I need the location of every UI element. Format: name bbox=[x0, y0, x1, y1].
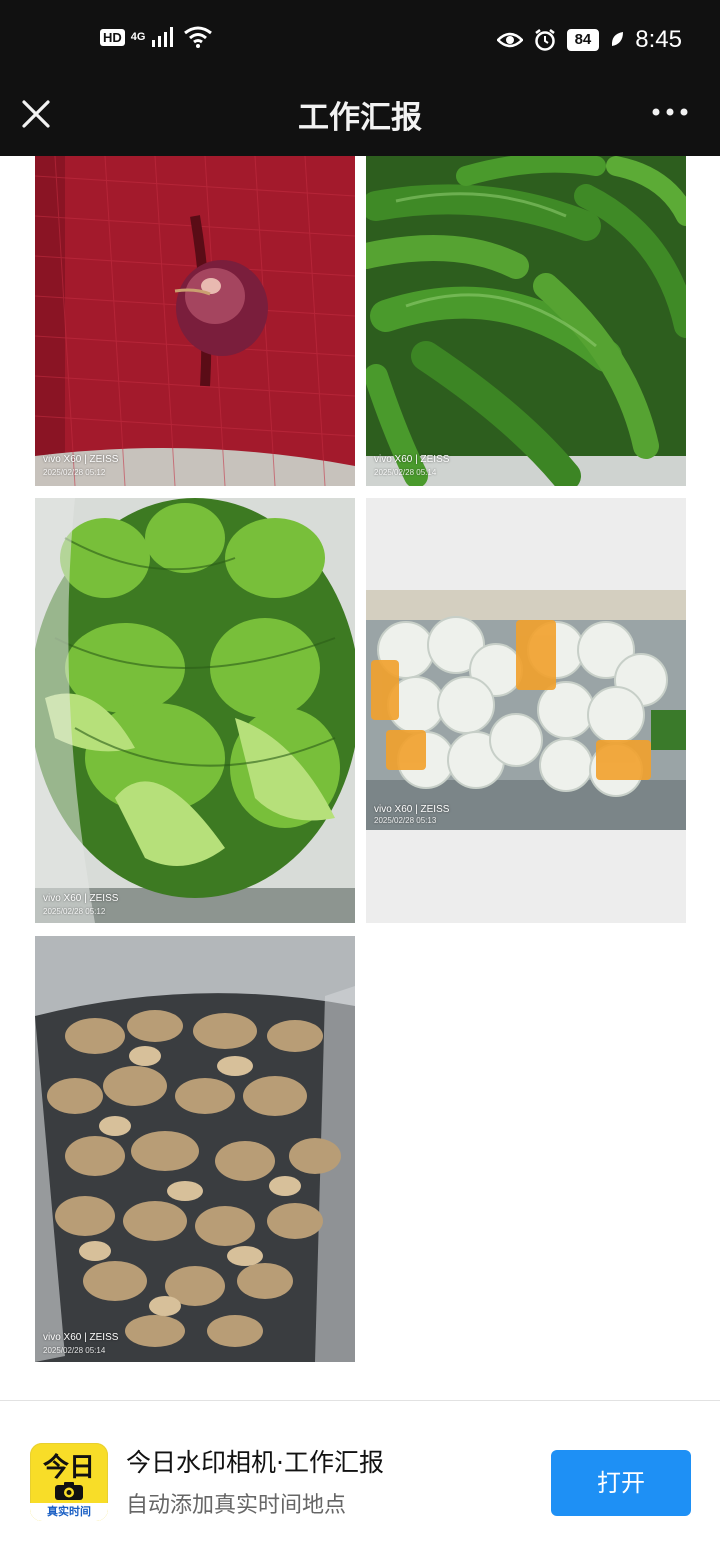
status-bar: HD 4G 84 8:45 bbox=[0, 0, 720, 82]
camera-icon bbox=[55, 1482, 83, 1500]
app-icon-text: 今日 bbox=[42, 1453, 95, 1483]
wifi-icon bbox=[184, 26, 213, 48]
watermark-date: 2025/02/28 05:12 bbox=[43, 907, 106, 916]
watermark-brand: vivo X60 | ZEISS bbox=[43, 1332, 119, 1343]
title-bar: 工作汇报 bbox=[0, 82, 720, 156]
photo-greens[interactable]: vivo X60 | ZEISS 2025/02/28 05:12 bbox=[35, 498, 355, 923]
photo-peppers[interactable]: vivo X60 | ZEISS 2025/02/28 05:14 bbox=[366, 156, 686, 486]
photo-ginger[interactable]: vivo X60 | ZEISS 2025/02/28 05:14 bbox=[35, 936, 355, 1362]
photo-onion[interactable]: vivo X60 | ZEISS 2025/02/28 05:12 bbox=[35, 156, 355, 486]
app-description: 自动添加真实时间地点 bbox=[126, 1493, 347, 1518]
cabbages-image bbox=[366, 590, 686, 830]
watermark-date: 2025/02/28 05:14 bbox=[43, 1346, 106, 1355]
leaf-icon bbox=[612, 32, 624, 46]
more-icon[interactable] bbox=[650, 102, 690, 122]
peppers-image bbox=[366, 156, 686, 486]
clock: 8:45 bbox=[635, 26, 682, 53]
watermark-brand: vivo X60 | ZEISS bbox=[374, 454, 450, 465]
ginger-image bbox=[35, 936, 355, 1362]
watermark-date: 2025/02/28 05:14 bbox=[374, 468, 437, 477]
eye-icon bbox=[496, 32, 523, 48]
open-button[interactable]: 打开 bbox=[551, 1450, 691, 1516]
page-title: 工作汇报 bbox=[298, 100, 422, 136]
photo-cabbages[interactable]: vivo X60 | ZEISS 2025/02/28 05:13 bbox=[366, 498, 686, 923]
greens-image bbox=[35, 498, 355, 923]
watermark-brand: vivo X60 | ZEISS bbox=[43, 454, 119, 465]
app-icon[interactable]: 今日 真实时间 bbox=[30, 1443, 108, 1521]
network-label: 4G bbox=[130, 31, 146, 43]
watermark-brand: vivo X60 | ZEISS bbox=[43, 893, 119, 904]
battery-indicator: 84 bbox=[566, 29, 600, 51]
onion-image bbox=[35, 156, 355, 486]
app-promo-banner[interactable]: 今日 真实时间 今日水印相机·工作汇报 自动添加真实时间地点 打开 bbox=[0, 1401, 720, 1560]
watermark-date: 2025/02/28 05:13 bbox=[374, 816, 437, 825]
app-name: 今日水印相机·工作汇报 bbox=[126, 1448, 384, 1477]
watermark-date: 2025/02/28 05:12 bbox=[43, 468, 106, 477]
app-icon-subtitle: 真实时间 bbox=[30, 1503, 108, 1521]
alarm-icon bbox=[534, 29, 555, 51]
status-right: 84 8:45 bbox=[496, 26, 682, 54]
signal-icon bbox=[152, 27, 174, 47]
watermark-brand: vivo X60 | ZEISS bbox=[374, 804, 450, 815]
hd-badge: HD bbox=[100, 28, 125, 46]
status-left: HD 4G bbox=[100, 26, 213, 48]
